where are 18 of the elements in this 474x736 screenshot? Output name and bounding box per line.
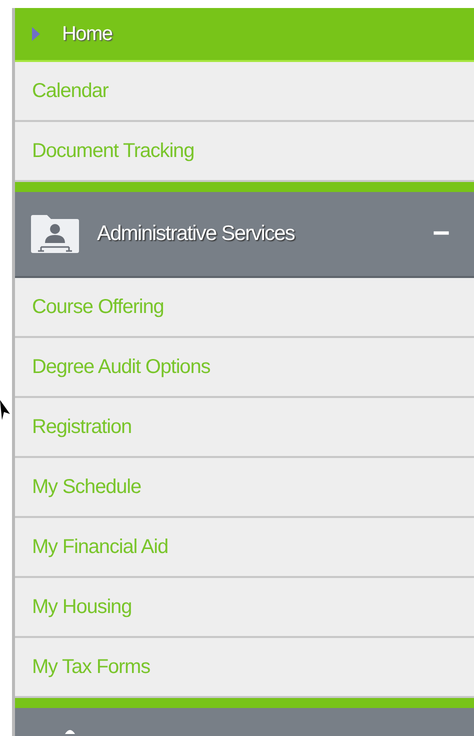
collapse-toggle[interactable]: − bbox=[432, 219, 450, 249]
section-title: Administrative Services bbox=[97, 222, 296, 246]
menu-link[interactable]: Calendar bbox=[15, 62, 474, 122]
menu-link[interactable]: Document Tracking bbox=[15, 122, 474, 182]
home-label: Home bbox=[62, 22, 112, 46]
section-header[interactable] bbox=[15, 708, 474, 736]
section-header[interactable]: Administrative Services − bbox=[15, 192, 474, 278]
folder-person-icon bbox=[29, 213, 81, 255]
menu-link[interactable]: Degree Audit Options bbox=[15, 338, 474, 398]
menu-link[interactable]: My Tax Forms bbox=[15, 638, 474, 698]
menu-link[interactable]: Course Offering bbox=[15, 278, 474, 338]
menu-link[interactable]: My Financial Aid bbox=[15, 518, 474, 578]
menu-link[interactable]: Registration bbox=[15, 398, 474, 458]
home-menu-item[interactable]: Home bbox=[15, 8, 474, 62]
pointer-icon bbox=[0, 400, 10, 420]
menu-link[interactable]: My Housing bbox=[15, 578, 474, 638]
menu-link[interactable]: My Schedule bbox=[15, 458, 474, 518]
triangle-icon bbox=[32, 27, 40, 41]
